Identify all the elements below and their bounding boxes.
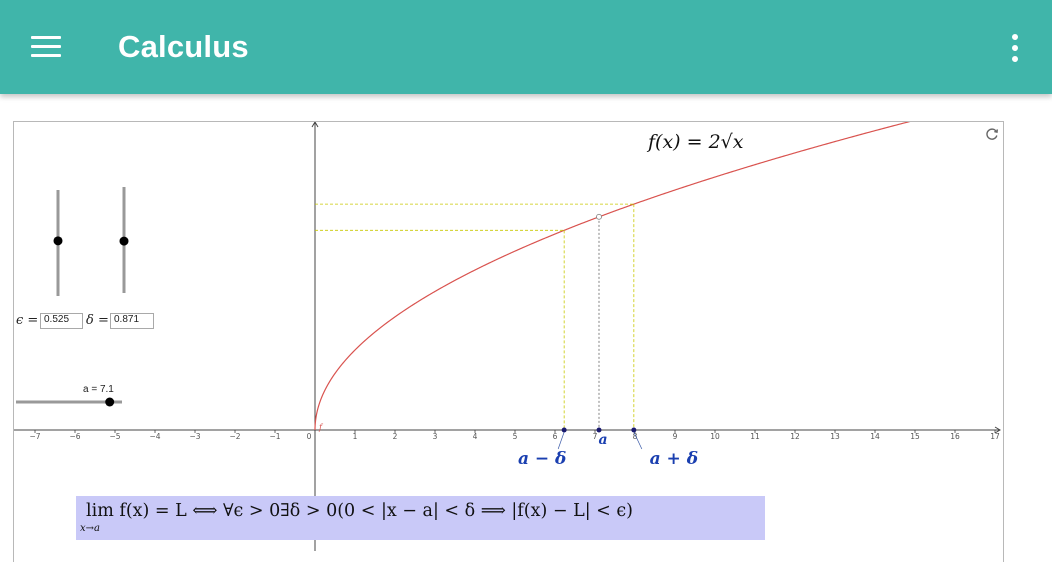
x-tick-label: 6 xyxy=(553,432,558,441)
delta-label: δ = xyxy=(86,313,109,328)
x-tick-label: 5 xyxy=(513,432,518,441)
a-plus-delta-point[interactable] xyxy=(631,427,637,433)
a-minus-delta-leader xyxy=(557,431,565,450)
app-bar: Calculus xyxy=(0,0,1052,94)
x-tick-label: 14 xyxy=(870,432,880,441)
x-tick-label: 12 xyxy=(790,432,800,441)
limit-open-point xyxy=(596,213,602,220)
x-tick-label: 8 xyxy=(633,432,638,441)
x-tick-label: −2 xyxy=(229,432,240,441)
refresh-icon[interactable] xyxy=(984,126,1000,142)
x-tick-label: −3 xyxy=(189,432,200,441)
formula-text: lim f(x) = L ⟺ ∀ϵ > 0∃δ > 0(0 < |x − a| … xyxy=(86,501,634,521)
function-label: f(x) = 2√x xyxy=(646,131,744,153)
x-tick-label: 2 xyxy=(393,432,398,441)
a-minus-delta-point[interactable] xyxy=(561,427,567,433)
x-tick-label: 3 xyxy=(433,432,438,441)
a-plus-delta-label: a + δ xyxy=(650,449,698,469)
origin-function-marker: f xyxy=(318,423,324,432)
x-tick-label: −7 xyxy=(29,432,40,441)
x-tick-label: 11 xyxy=(750,432,760,441)
x-tick-label: 7 xyxy=(593,432,598,441)
epsilon-slider-knob[interactable] xyxy=(53,236,63,246)
x-tick-label: 13 xyxy=(830,432,840,441)
a-slider-label: a = 7.1 xyxy=(83,384,114,395)
x-tick-label: 10 xyxy=(710,432,720,441)
epsilon-label: ϵ = xyxy=(16,313,39,328)
x-tick-label: 17 xyxy=(990,432,1000,441)
more-vertical-icon[interactable] xyxy=(1002,28,1030,68)
x-tick-label: 4 xyxy=(473,432,478,441)
epsilon-input[interactable]: 0.525 xyxy=(40,313,83,329)
x-tick-label: −4 xyxy=(149,432,160,441)
a-label: a xyxy=(598,432,607,448)
formula-subscript: x→a xyxy=(80,523,100,534)
a-slider-knob[interactable] xyxy=(105,397,115,407)
x-tick-label: −5 xyxy=(109,432,120,441)
x-tick-label: 1 xyxy=(353,432,358,441)
x-tick-label: 15 xyxy=(910,432,920,441)
a-minus-delta-label: a − δ xyxy=(518,449,566,469)
x-tick-label: 0 xyxy=(307,432,312,441)
x-tick-label: 16 xyxy=(950,432,960,441)
x-tick-label: 9 xyxy=(673,432,678,441)
app-title: Calculus xyxy=(118,29,249,64)
limit-definition-formula: lim f(x) = L ⟺ ∀ϵ > 0∃δ > 0(0 < |x − a| … xyxy=(76,496,765,540)
x-tick-label: −6 xyxy=(69,432,80,441)
delta-slider-knob[interactable] xyxy=(119,236,129,246)
hamburger-menu-icon[interactable] xyxy=(22,26,70,68)
x-tick-label: −1 xyxy=(269,432,280,441)
delta-input[interactable]: 0.871 xyxy=(110,313,154,329)
